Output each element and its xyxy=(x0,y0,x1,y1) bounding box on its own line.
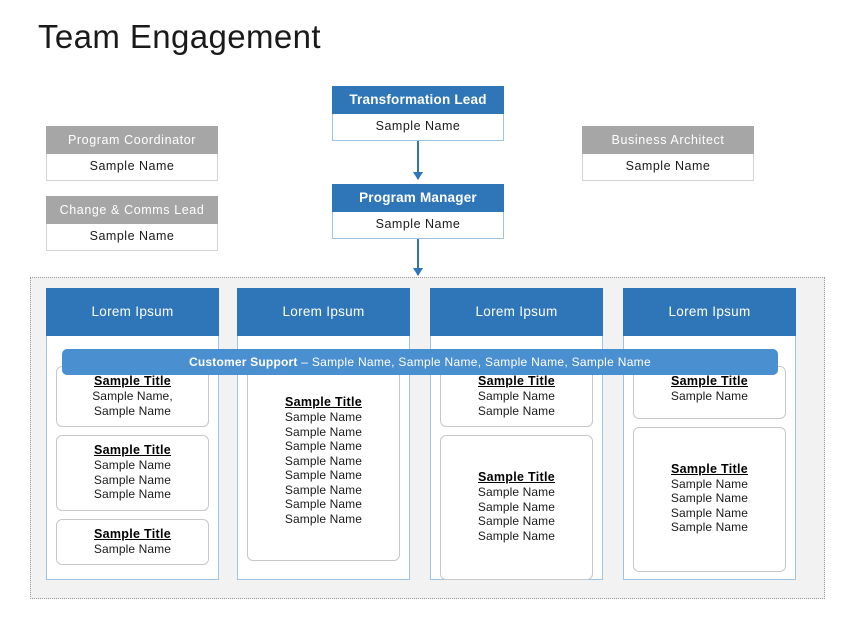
member-card-name: Sample Name xyxy=(477,403,556,418)
member-card-title: Sample Title xyxy=(477,470,555,484)
member-card-title: Sample Title xyxy=(93,526,171,541)
member-card[interactable]: Sample Title Sample Name, Sample Name xyxy=(56,366,209,427)
member-card-name: Sample Name xyxy=(93,541,172,556)
team-column-1-header: Lorem Ipsum xyxy=(46,288,219,336)
member-card-name: Sample Name xyxy=(284,424,363,439)
member-card-name: Sample Name xyxy=(284,468,363,482)
org-box-program-coordinator-name: Sample Name xyxy=(46,154,218,181)
member-card[interactable]: Sample Title Sample Name Sample Name xyxy=(440,366,593,427)
team-column-3[interactable]: Lorem Ipsum Sample Title Sample Name Sampl… xyxy=(430,288,603,580)
member-card-name: Sample Name xyxy=(670,491,749,505)
org-box-change-comms-lead-name: Sample Name xyxy=(46,224,218,251)
customer-support-banner-title: Customer Support xyxy=(189,355,298,369)
member-card-name: Sample Name, xyxy=(92,389,173,403)
org-box-business-architect-name: Sample Name xyxy=(582,154,754,181)
member-card-name: Sample Name xyxy=(93,487,172,501)
member-card-title: Sample Title xyxy=(284,395,362,409)
org-box-change-comms-lead-role: Change & Comms Lead xyxy=(46,196,218,224)
org-box-program-manager-role: Program Manager xyxy=(332,184,504,212)
member-card-name: Sample Name xyxy=(670,505,749,520)
team-column-2[interactable]: Lorem Ipsum Sample Title Sample Name Sampl… xyxy=(237,288,410,580)
member-card-name: Sample Name xyxy=(477,389,556,403)
team-column-1[interactable]: Lorem Ipsum Sample Title Sample Name, Samp… xyxy=(46,288,219,580)
member-card[interactable]: Sample Title Sample Name Sample Name Sample… xyxy=(56,435,209,511)
member-card[interactable]: Sample Title Sample Name Sample Name Sample… xyxy=(633,426,786,572)
member-card-title: Sample Title xyxy=(93,443,171,457)
member-card-name: Sample Name xyxy=(670,389,749,403)
member-card[interactable]: Sample Title Sample Name Sample Name Sample… xyxy=(247,366,400,561)
team-column-3-header: Lorem Ipsum xyxy=(430,288,603,336)
customer-support-banner-names: – Sample Name, Sample Name, Sample Name,… xyxy=(297,355,651,369)
org-box-business-architect-role: Business Architect xyxy=(582,126,754,154)
org-box-transformation-lead-name: Sample Name xyxy=(332,114,504,141)
member-card-name: Sample Name xyxy=(284,453,363,468)
member-card-name: Sample Name xyxy=(93,472,172,487)
org-box-program-coordinator[interactable]: Program Coordinator Sample Name xyxy=(46,126,218,181)
connector-arrow-lead-to-manager xyxy=(413,141,423,180)
org-box-program-manager-name: Sample Name xyxy=(332,212,504,239)
team-column-4-header: Lorem Ipsum xyxy=(623,288,796,336)
org-box-program-manager[interactable]: Program Manager Sample Name xyxy=(332,184,504,239)
connector-arrow-manager-to-teams xyxy=(413,239,423,276)
member-card-title: Sample Title xyxy=(477,374,555,388)
team-column-4[interactable]: Lorem Ipsum Sample Title Sample Name Sampl… xyxy=(623,288,796,580)
member-card-name: Sample Name xyxy=(93,403,172,418)
member-card-name: Sample Name xyxy=(477,528,556,543)
member-card-name: Sample Name xyxy=(670,520,749,534)
customer-support-banner[interactable]: Customer Support – Sample Name, Sample N… xyxy=(62,349,778,375)
team-column-2-header: Lorem Ipsum xyxy=(237,288,410,336)
member-card-name: Sample Name xyxy=(477,485,556,499)
member-card[interactable]: Sample Title Sample Name Sample Name Sample… xyxy=(440,435,593,580)
member-card[interactable]: Sample Title Sample Name xyxy=(56,518,209,565)
member-card-title: Sample Title xyxy=(670,461,748,476)
member-card-name: Sample Name xyxy=(477,514,556,528)
org-box-change-comms-lead[interactable]: Change & Comms Lead Sample Name xyxy=(46,196,218,251)
member-card-name: Sample Name xyxy=(284,410,363,424)
member-card-name: Sample Name xyxy=(93,458,172,472)
member-card-name: Sample Name xyxy=(477,499,556,514)
member-card-name: Sample Name xyxy=(284,497,363,511)
member-card-name: Sample Name xyxy=(670,476,749,491)
member-card-name: Sample Name xyxy=(284,482,363,497)
org-box-program-coordinator-role: Program Coordinator xyxy=(46,126,218,154)
team-container: Lorem Ipsum Sample Title Sample Name, Samp… xyxy=(30,277,825,599)
member-card-title: Sample Title xyxy=(93,374,171,388)
member-card-title: Sample Title xyxy=(670,374,748,388)
page-title: Team Engagement xyxy=(38,18,322,55)
org-box-business-architect[interactable]: Business Architect Sample Name xyxy=(582,126,754,181)
member-card-name: Sample Name xyxy=(284,511,363,526)
member-card-name: Sample Name xyxy=(284,439,363,453)
org-box-transformation-lead-role: Transformation Lead xyxy=(332,86,504,114)
org-box-transformation-lead[interactable]: Transformation Lead Sample Name xyxy=(332,86,504,141)
